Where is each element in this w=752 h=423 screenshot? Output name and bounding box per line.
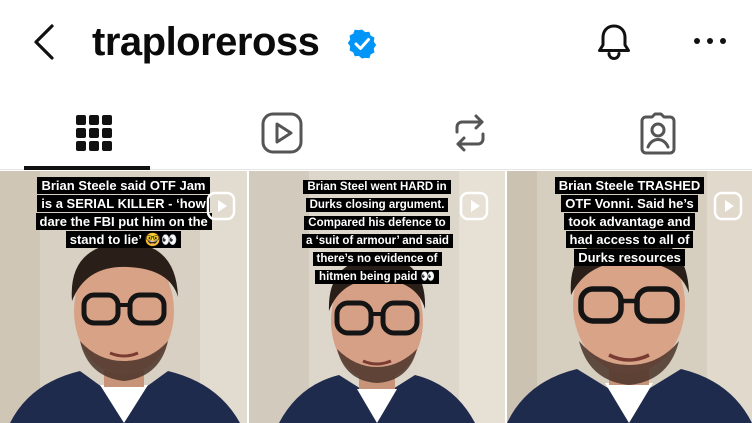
profile-header: traploreross <box>0 0 752 88</box>
tab-reels[interactable] <box>188 96 376 170</box>
reel-indicator-icon <box>459 191 489 221</box>
more-options-icon[interactable] <box>690 26 730 56</box>
back-arrow-icon[interactable] <box>28 20 62 64</box>
reel-indicator-icon <box>206 191 236 221</box>
profile-tabs <box>0 96 752 170</box>
post-thumbnail[interactable]: Brian Steele said OTF Jam is a SERIAL KI… <box>0 171 247 423</box>
tab-tagged[interactable] <box>564 96 752 170</box>
verified-badge-icon <box>347 29 377 59</box>
posts-grid: Brian Steele said OTF Jam is a SERIAL KI… <box>0 171 752 423</box>
reposts-icon <box>455 114 485 152</box>
post-thumbnail[interactable]: Brian Steel went HARD in Durks closing a… <box>249 171 505 423</box>
reels-icon <box>261 112 303 154</box>
post-thumbnail[interactable]: Brian Steele TRASHED OTF Vonni. Said he’… <box>507 171 752 423</box>
reel-indicator-icon <box>713 191 743 221</box>
profile-username: traploreross <box>92 20 320 64</box>
post-caption: Brian Steele TRASHED OTF Vonni. Said he’… <box>554 177 705 267</box>
grid-icon <box>76 115 112 151</box>
post-caption: Brian Steele said OTF Jam is a SERIAL KI… <box>35 177 212 249</box>
active-tab-indicator <box>24 166 150 170</box>
tagged-icon <box>640 112 676 155</box>
tab-posts-grid[interactable] <box>0 96 188 170</box>
tab-reposts[interactable] <box>376 96 564 170</box>
notifications-bell-icon[interactable] <box>592 20 636 64</box>
post-caption: Brian Steel went HARD in Durks closing a… <box>302 177 453 285</box>
